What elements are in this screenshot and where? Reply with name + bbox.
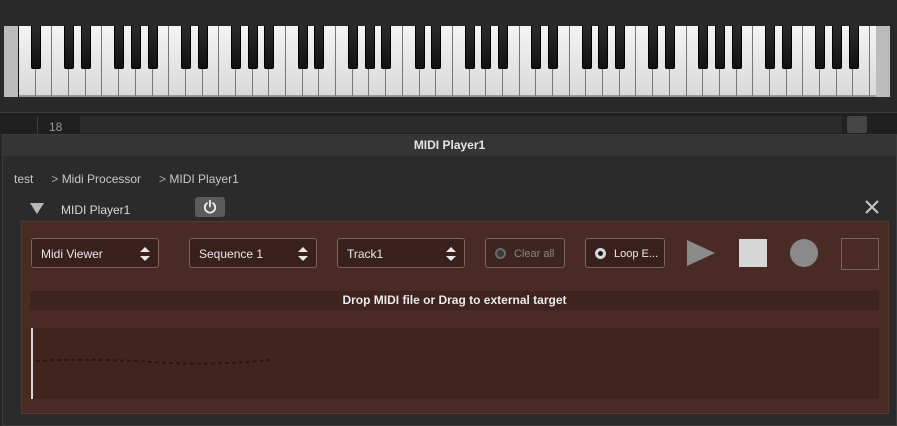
track-select[interactable]: Track1	[337, 238, 465, 268]
black-key[interactable]	[614, 26, 625, 69]
power-button[interactable]	[195, 197, 225, 217]
play-icon[interactable]	[687, 240, 715, 266]
panel-title: MIDI Player1	[3, 135, 896, 156]
breadcrumb: test Midi Processor MIDI Player1	[14, 172, 239, 186]
app-root: 18 MIDI Player1 test Midi Processor MIDI…	[0, 0, 897, 426]
black-key[interactable]	[180, 26, 191, 69]
processor-name: MIDI Player1	[61, 203, 131, 217]
keyboard-right-handle[interactable]	[876, 26, 890, 97]
black-key[interactable]	[414, 26, 425, 69]
loop-led-icon	[595, 248, 606, 259]
black-key[interactable]	[781, 26, 792, 69]
black-key[interactable]	[731, 26, 742, 69]
black-key[interactable]	[264, 26, 275, 69]
up-down-arrows-icon	[298, 247, 308, 261]
note-preview	[35, 358, 271, 365]
black-key[interactable]	[431, 26, 442, 69]
close-icon	[865, 200, 879, 214]
loop-label: Loop E...	[614, 248, 659, 260]
black-key[interactable]	[831, 26, 842, 69]
clear-all-label: Clear all	[514, 248, 555, 260]
black-key[interactable]	[114, 26, 125, 69]
black-key[interactable]	[648, 26, 659, 69]
drop-target-bar[interactable]: Drop MIDI file or Drag to external targe…	[30, 291, 879, 310]
clear-all-button[interactable]: Clear all	[485, 238, 565, 268]
black-key[interactable]	[548, 26, 559, 69]
black-key[interactable]	[481, 26, 492, 69]
black-key[interactable]	[80, 26, 91, 69]
sequence-select-label: Sequence 1	[199, 247, 264, 261]
track-select-label: Track1	[347, 247, 384, 261]
up-down-arrows-icon	[140, 247, 150, 261]
viewer-select-label: Midi Viewer	[41, 247, 103, 261]
black-keys[interactable]	[19, 26, 887, 69]
breadcrumb-item-root[interactable]: test	[14, 172, 33, 186]
loop-toggle[interactable]: Loop E...	[585, 238, 665, 268]
viewer-select[interactable]: Midi Viewer	[31, 238, 159, 268]
black-key[interactable]	[498, 26, 509, 69]
black-key[interactable]	[664, 26, 675, 69]
keyboard-area	[0, 0, 897, 112]
black-key[interactable]	[815, 26, 826, 69]
extra-button[interactable]	[841, 238, 879, 270]
black-key[interactable]	[765, 26, 776, 69]
black-key[interactable]	[531, 26, 542, 69]
black-key[interactable]	[197, 26, 208, 69]
black-key[interactable]	[30, 26, 41, 69]
black-key[interactable]	[464, 26, 475, 69]
track-scroll-handle[interactable]	[847, 116, 867, 133]
record-icon[interactable]	[790, 239, 818, 267]
black-key[interactable]	[598, 26, 609, 69]
processor-header: MIDI Player1	[3, 195, 896, 221]
piano-keyboard[interactable]	[4, 26, 890, 97]
black-key[interactable]	[715, 26, 726, 69]
midi-viewer[interactable]	[30, 328, 879, 399]
black-key[interactable]	[381, 26, 392, 69]
power-icon	[203, 199, 217, 214]
black-key[interactable]	[297, 26, 308, 69]
clear-all-led-icon	[495, 248, 506, 259]
black-key[interactable]	[698, 26, 709, 69]
midi-player-content: Midi Viewer Sequence 1 Track1 Clear all …	[21, 221, 889, 414]
close-button[interactable]	[864, 199, 880, 215]
black-key[interactable]	[347, 26, 358, 69]
sequence-select[interactable]: Sequence 1	[189, 238, 317, 268]
stop-icon[interactable]	[739, 239, 767, 267]
keyboard-left-handle[interactable]	[4, 26, 18, 97]
black-key[interactable]	[848, 26, 859, 69]
black-key[interactable]	[581, 26, 592, 69]
track-number: 18	[37, 116, 77, 134]
black-key[interactable]	[247, 26, 258, 69]
track-strip: 18	[0, 112, 897, 134]
black-key[interactable]	[314, 26, 325, 69]
black-key[interactable]	[130, 26, 141, 69]
black-key[interactable]	[147, 26, 158, 69]
midi-player-panel: MIDI Player1 test Midi Processor MIDI Pl…	[2, 134, 897, 426]
triangle-down-icon[interactable]	[30, 203, 44, 214]
up-down-arrows-icon	[446, 247, 456, 261]
track-lane[interactable]	[80, 116, 842, 133]
breadcrumb-item-midi-player[interactable]: MIDI Player1	[159, 172, 238, 186]
black-key[interactable]	[364, 26, 375, 69]
black-key[interactable]	[230, 26, 241, 69]
black-key[interactable]	[64, 26, 75, 69]
breadcrumb-item-midi-processor[interactable]: Midi Processor	[51, 172, 141, 186]
